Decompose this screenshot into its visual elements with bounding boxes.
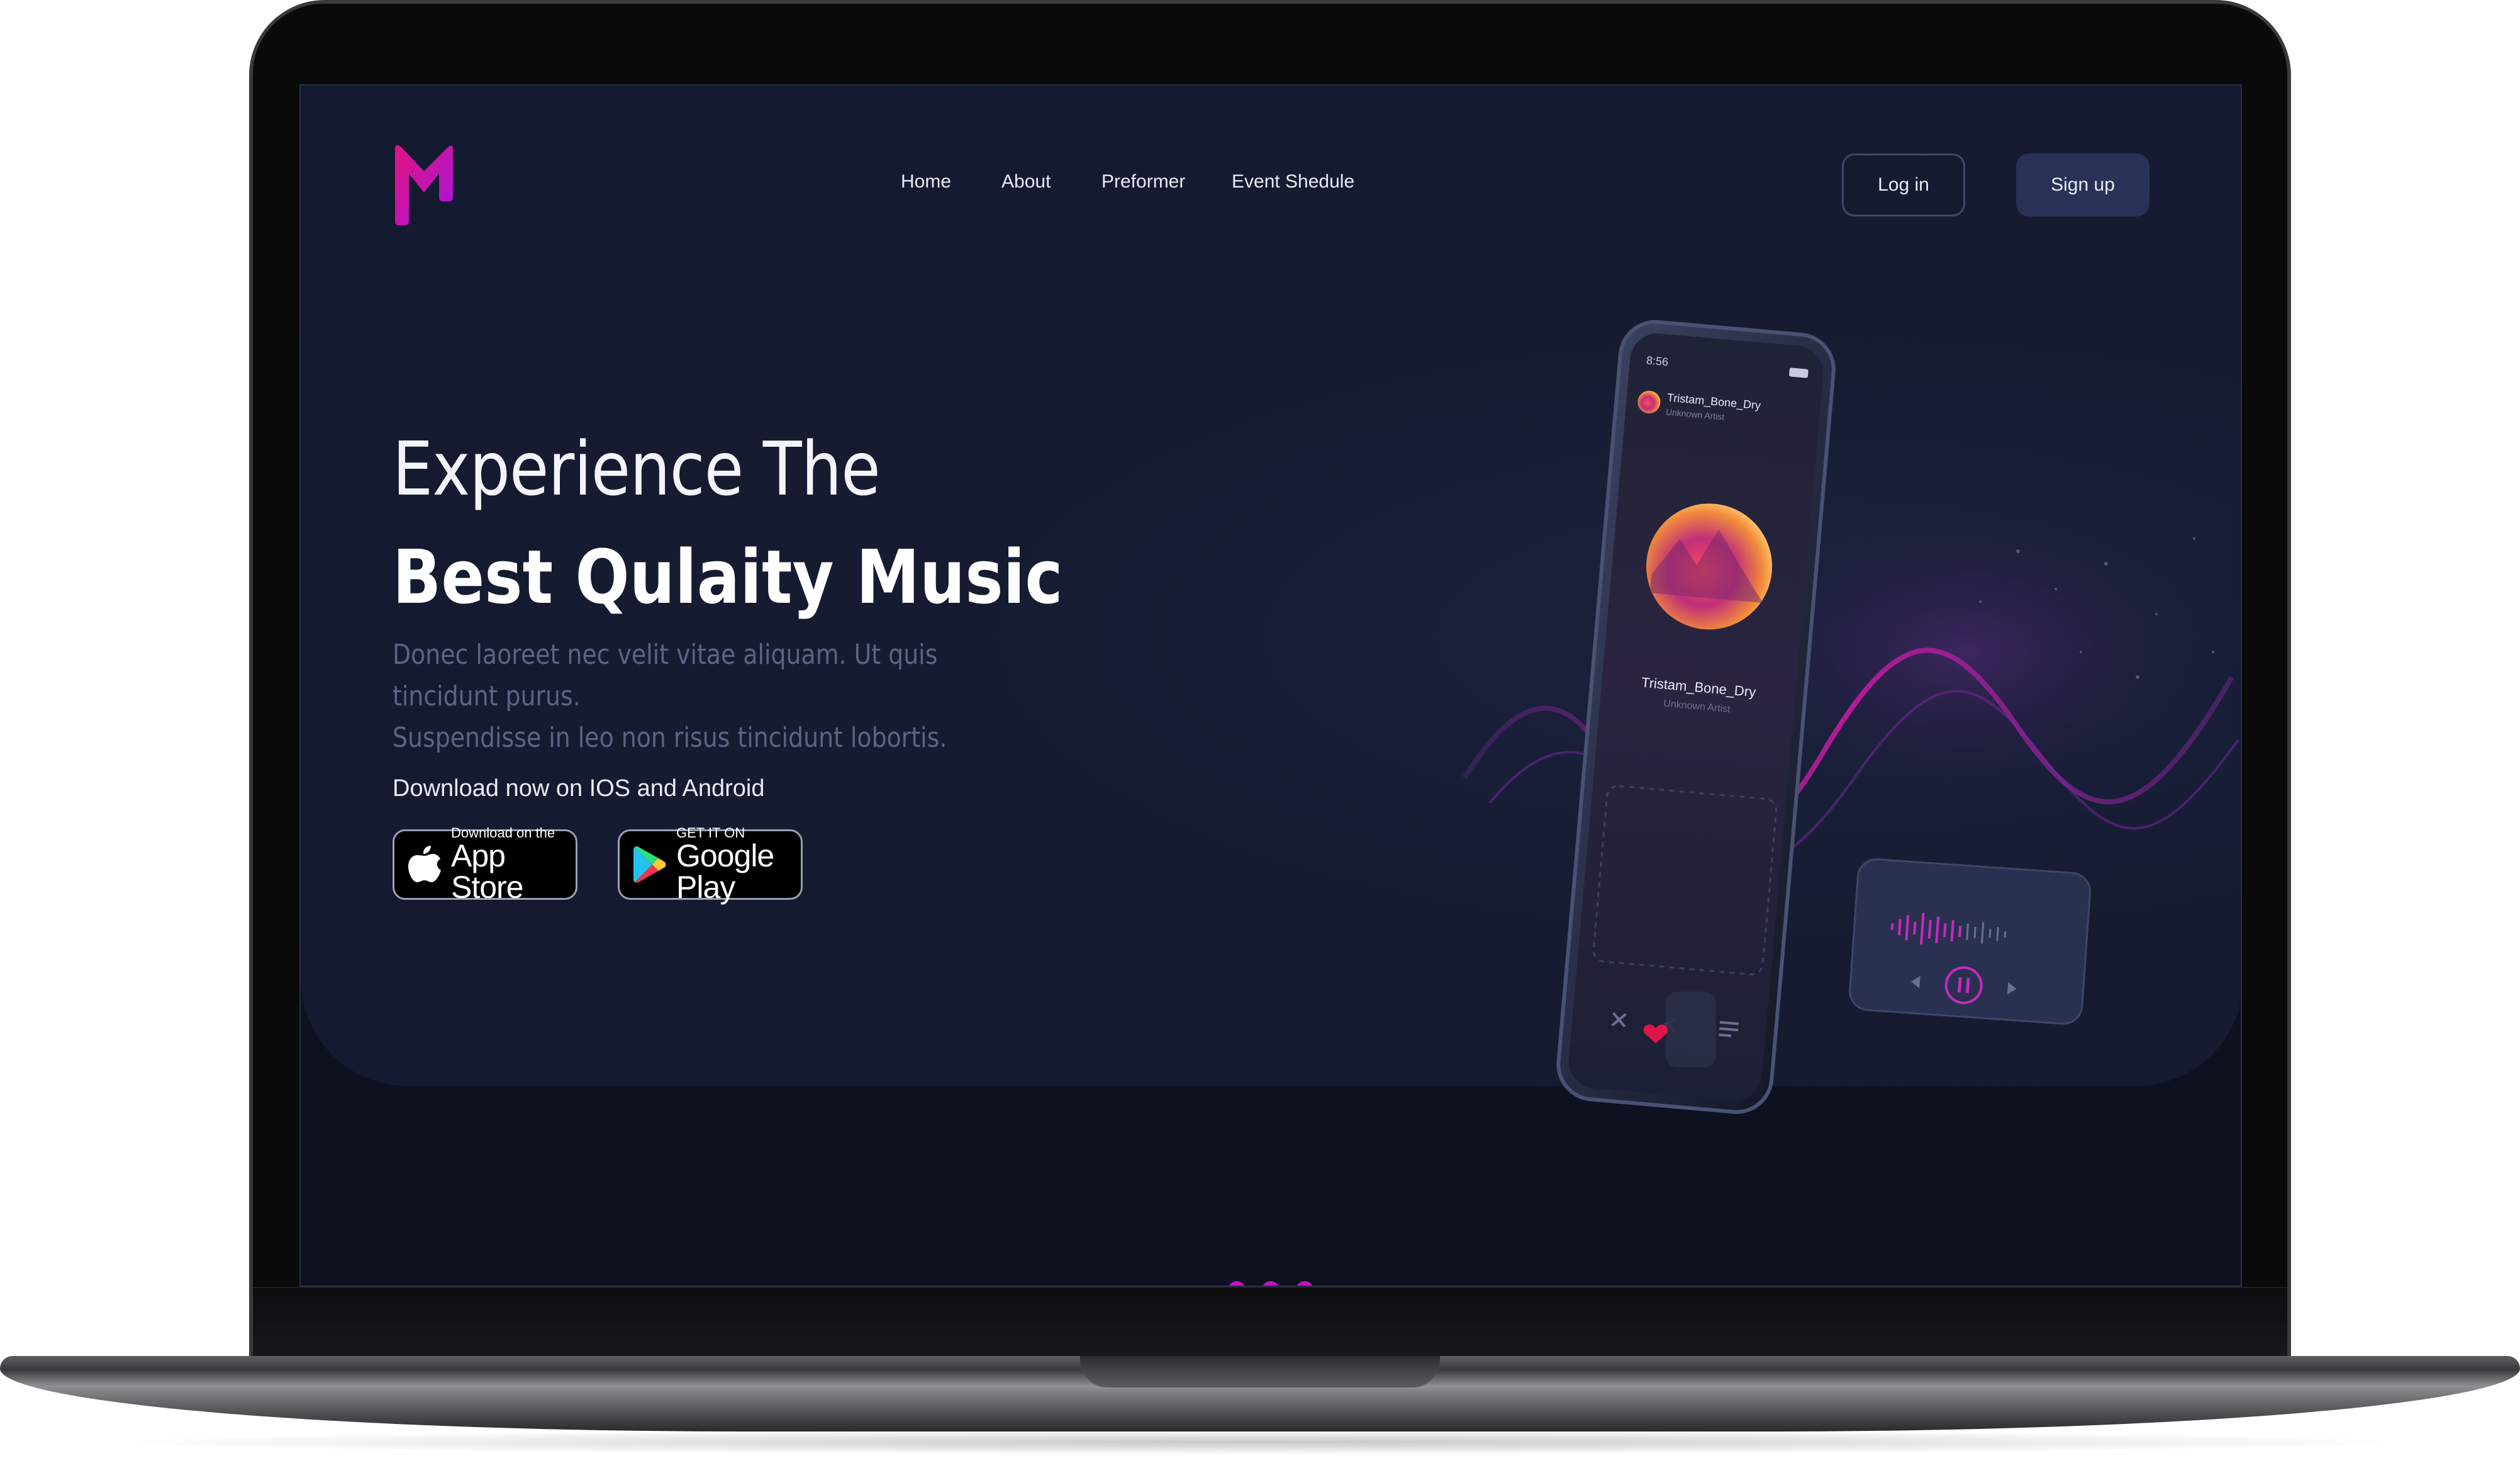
- phone-time: 8:56: [1646, 354, 1669, 368]
- hero-title-line1: Experience The: [393, 425, 881, 512]
- hero-subtitle-line2: Suspendisse in leo non risus tincidunt l…: [393, 722, 947, 754]
- phone-mockup-illustration: 8:56 Tristam_Bone_Dry Unknown Artist Tri…: [1462, 320, 2239, 1114]
- app-store-badge[interactable]: Download on the App Store: [393, 826, 577, 905]
- hero-subtitle-line1: Donec laoreet nec velit vitae aliquam. U…: [393, 639, 938, 712]
- apple-icon: [408, 846, 441, 882]
- pagination-dot[interactable]: [1262, 1281, 1280, 1286]
- nav-link-preformer[interactable]: Preformer: [1101, 171, 1185, 193]
- nav-link-home[interactable]: Home: [901, 171, 951, 193]
- signup-button[interactable]: Sign up: [2016, 154, 2149, 216]
- login-button[interactable]: Log in: [1842, 154, 1965, 216]
- carousel-pagination: [1228, 1281, 1316, 1286]
- download-label: Download now on IOS and Android: [393, 775, 765, 802]
- laptop-shadow: [88, 1430, 2432, 1455]
- pagination-dot[interactable]: [1228, 1281, 1246, 1286]
- google-play-icon: [633, 846, 666, 883]
- google-play-badge[interactable]: GET IT ON Google Play: [618, 826, 803, 905]
- nav-link-about[interactable]: About: [1001, 171, 1051, 193]
- hero-title-line2: Best Qulaity Music: [393, 534, 1063, 620]
- app-store-big-text: App Store: [451, 838, 524, 905]
- browser-viewport: Home About Preformer Event Shedule Log i…: [299, 84, 2242, 1287]
- hero-subtitle: Donec laoreet nec velit vitae aliquam. U…: [393, 634, 1042, 759]
- laptop-chin: [253, 1287, 2287, 1356]
- google-play-big-text: Google Play: [676, 838, 774, 905]
- laptop-base-notch: [1080, 1356, 1440, 1387]
- hero-section: Home About Preformer Event Shedule Log i…: [301, 86, 2241, 1114]
- nav-link-event-shedule[interactable]: Event Shedule: [1232, 171, 1354, 193]
- pagination-dot[interactable]: [1296, 1281, 1313, 1286]
